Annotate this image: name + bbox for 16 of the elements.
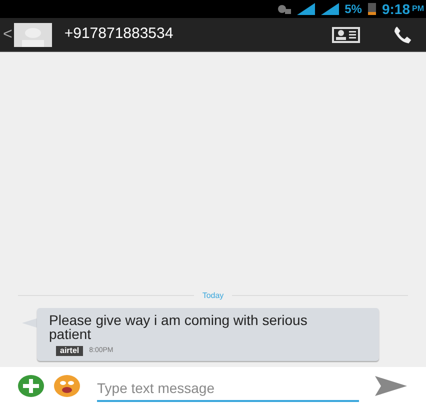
- signal-icon: [296, 3, 315, 15]
- contact-card-icon[interactable]: [332, 26, 360, 42]
- add-icon[interactable]: [18, 375, 44, 397]
- send-icon[interactable]: [375, 376, 407, 396]
- clock-period: PM: [412, 3, 424, 15]
- sim-badge: airtel: [56, 346, 84, 356]
- contact-name: +917871883534: [64, 24, 174, 44]
- clock: 9:18: [382, 0, 410, 18]
- avatar-icon[interactable]: [14, 22, 52, 46]
- date-divider: Today: [202, 290, 224, 302]
- battery-icon: [368, 3, 376, 15]
- signal-icon: [320, 3, 339, 15]
- battery-percent: 5%: [344, 1, 362, 18]
- smiley-icon[interactable]: [54, 375, 80, 397]
- message-text: Please give way i am coming with serious patient: [49, 312, 308, 340]
- back-button[interactable]: <: [0, 22, 14, 46]
